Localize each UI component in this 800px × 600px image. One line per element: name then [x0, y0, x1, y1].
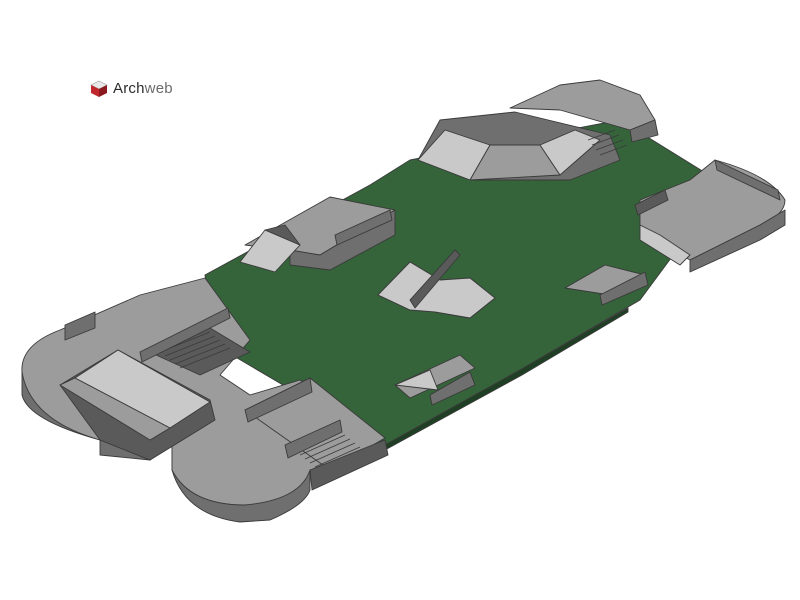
skatepark-model [21, 79, 786, 523]
